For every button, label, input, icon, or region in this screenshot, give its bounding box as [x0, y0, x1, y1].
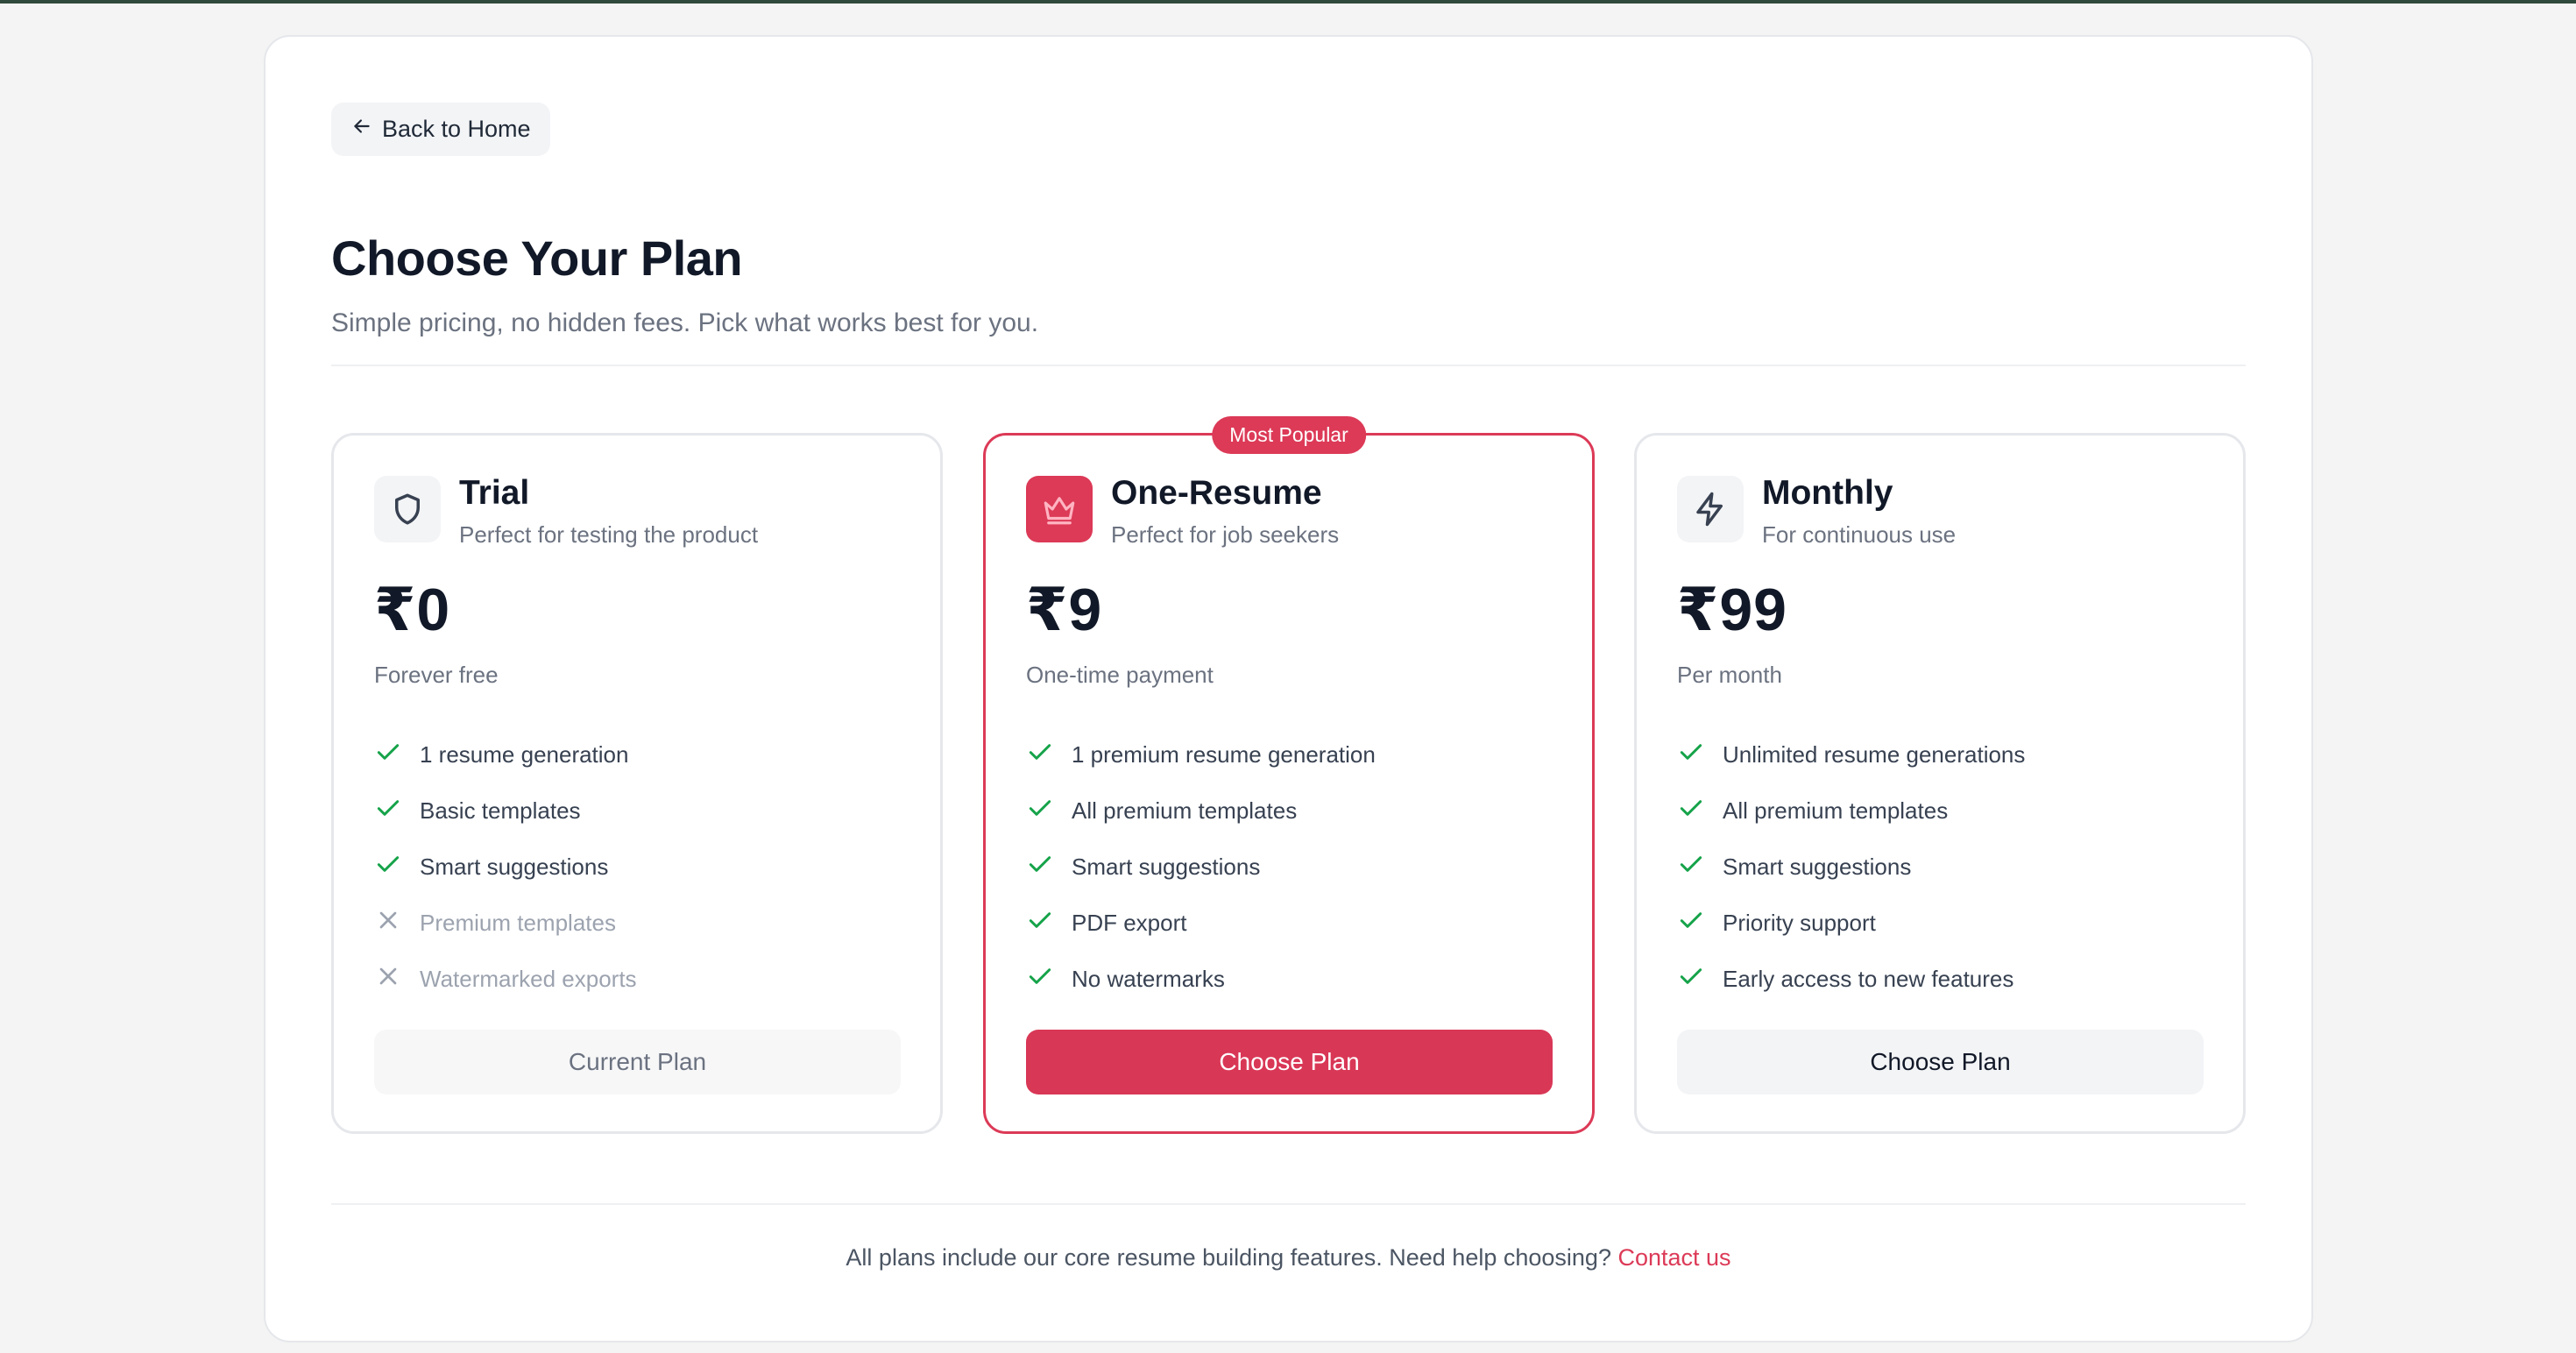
feature-item-excluded: Watermarked exports [374, 951, 637, 1007]
feature-text: Basic templates [420, 797, 581, 824]
check-icon [374, 738, 402, 772]
feature-text: Smart suggestions [420, 853, 609, 880]
check-icon [1026, 794, 1054, 828]
header-divider [331, 365, 2246, 366]
plan-card-monthly: Monthly For continuous use ₹99 Per month… [1634, 433, 2246, 1134]
plan-name: Trial [459, 474, 530, 512]
choose-plan-button[interactable]: Choose Plan [1026, 1030, 1553, 1094]
feature-text: Early access to new features [1723, 965, 2014, 992]
feature-text: Smart suggestions [1723, 853, 1912, 880]
back-button-label: Back to Home [382, 116, 531, 142]
plan-price: ₹0 [374, 577, 451, 643]
check-icon [1677, 850, 1705, 884]
check-icon [1026, 738, 1054, 772]
feature-item: Smart suggestions [1026, 839, 1376, 895]
footer-text: All plans include our core resume buildi… [846, 1244, 1611, 1271]
pricing-panel: Back to Home Choose Your Plan Simple pri… [264, 35, 2313, 1342]
feature-text: Unlimited resume generations [1723, 740, 2026, 768]
feature-text: All premium templates [1723, 797, 1949, 824]
feature-item: Priority support [1677, 895, 2025, 951]
feature-item: Smart suggestions [374, 839, 637, 895]
feature-item: Smart suggestions [1677, 839, 2025, 895]
x-icon [374, 962, 402, 996]
check-icon [1677, 738, 1705, 772]
x-icon [374, 906, 402, 940]
check-icon [1026, 962, 1054, 996]
plan-price: ₹9 [1026, 577, 1103, 643]
check-icon [374, 794, 402, 828]
choose-plan-button[interactable]: Choose Plan [1677, 1030, 2204, 1094]
feature-item: Basic templates [374, 783, 637, 839]
feature-list: 1 premium resume generation All premium … [1026, 726, 1376, 1007]
feature-item: 1 premium resume generation [1026, 726, 1376, 783]
feature-item: All premium templates [1677, 783, 2025, 839]
plan-card-one-resume: Most Popular One-Resume Perfect for job … [983, 416, 1595, 1134]
feature-item: 1 resume generation [374, 726, 637, 783]
feature-text: 1 resume generation [420, 740, 629, 768]
contact-us-link[interactable]: Contact us [1617, 1244, 1730, 1271]
plan-card-trial: Trial Perfect for testing the product ₹0… [331, 433, 943, 1134]
plan-description: Perfect for job seekers [1111, 521, 1340, 548]
feature-item: No watermarks [1026, 951, 1376, 1007]
feature-text: Priority support [1723, 909, 1876, 936]
page-title: Choose Your Plan [331, 230, 743, 286]
feature-text: All premium templates [1072, 797, 1298, 824]
shield-icon [374, 476, 441, 542]
feature-item: Early access to new features [1677, 951, 2025, 1007]
feature-text: No watermarks [1072, 965, 1225, 992]
check-icon [1677, 906, 1705, 940]
check-icon [1677, 962, 1705, 996]
current-plan-button[interactable]: Current Plan [374, 1030, 901, 1094]
top-accent-line [0, 0, 2576, 4]
check-icon [374, 850, 402, 884]
feature-list: Unlimited resume generations All premium… [1677, 726, 2025, 1007]
plan-description: For continuous use [1762, 521, 1957, 548]
feature-text: PDF export [1072, 909, 1187, 936]
price-note: One-time payment [1026, 662, 1214, 688]
price-note: Per month [1677, 662, 1782, 688]
check-icon [1026, 906, 1054, 940]
plan-name: One-Resume [1111, 474, 1322, 512]
most-popular-badge: Most Popular [1212, 416, 1366, 454]
feature-text: 1 premium resume generation [1072, 740, 1376, 768]
plan-price: ₹99 [1677, 577, 1787, 643]
feature-item: PDF export [1026, 895, 1376, 951]
back-to-home-button[interactable]: Back to Home [331, 103, 550, 156]
footer-note: All plans include our core resume buildi… [265, 1244, 2311, 1272]
plan-description: Perfect for testing the product [459, 521, 759, 548]
feature-list: 1 resume generation Basic templates Smar… [374, 726, 637, 1007]
plan-name: Monthly [1762, 474, 1893, 512]
arrow-left-icon [350, 115, 373, 144]
footer-divider [331, 1203, 2246, 1205]
feature-text: Watermarked exports [420, 965, 637, 992]
lightning-icon [1677, 476, 1744, 542]
check-icon [1026, 850, 1054, 884]
feature-text: Premium templates [420, 909, 616, 936]
crown-icon [1026, 476, 1093, 542]
feature-text: Smart suggestions [1072, 853, 1261, 880]
price-note: Forever free [374, 662, 499, 688]
feature-item: Unlimited resume generations [1677, 726, 2025, 783]
check-icon [1677, 794, 1705, 828]
feature-item-excluded: Premium templates [374, 895, 637, 951]
page-subtitle: Simple pricing, no hidden fees. Pick wha… [331, 308, 1039, 337]
feature-item: All premium templates [1026, 783, 1376, 839]
